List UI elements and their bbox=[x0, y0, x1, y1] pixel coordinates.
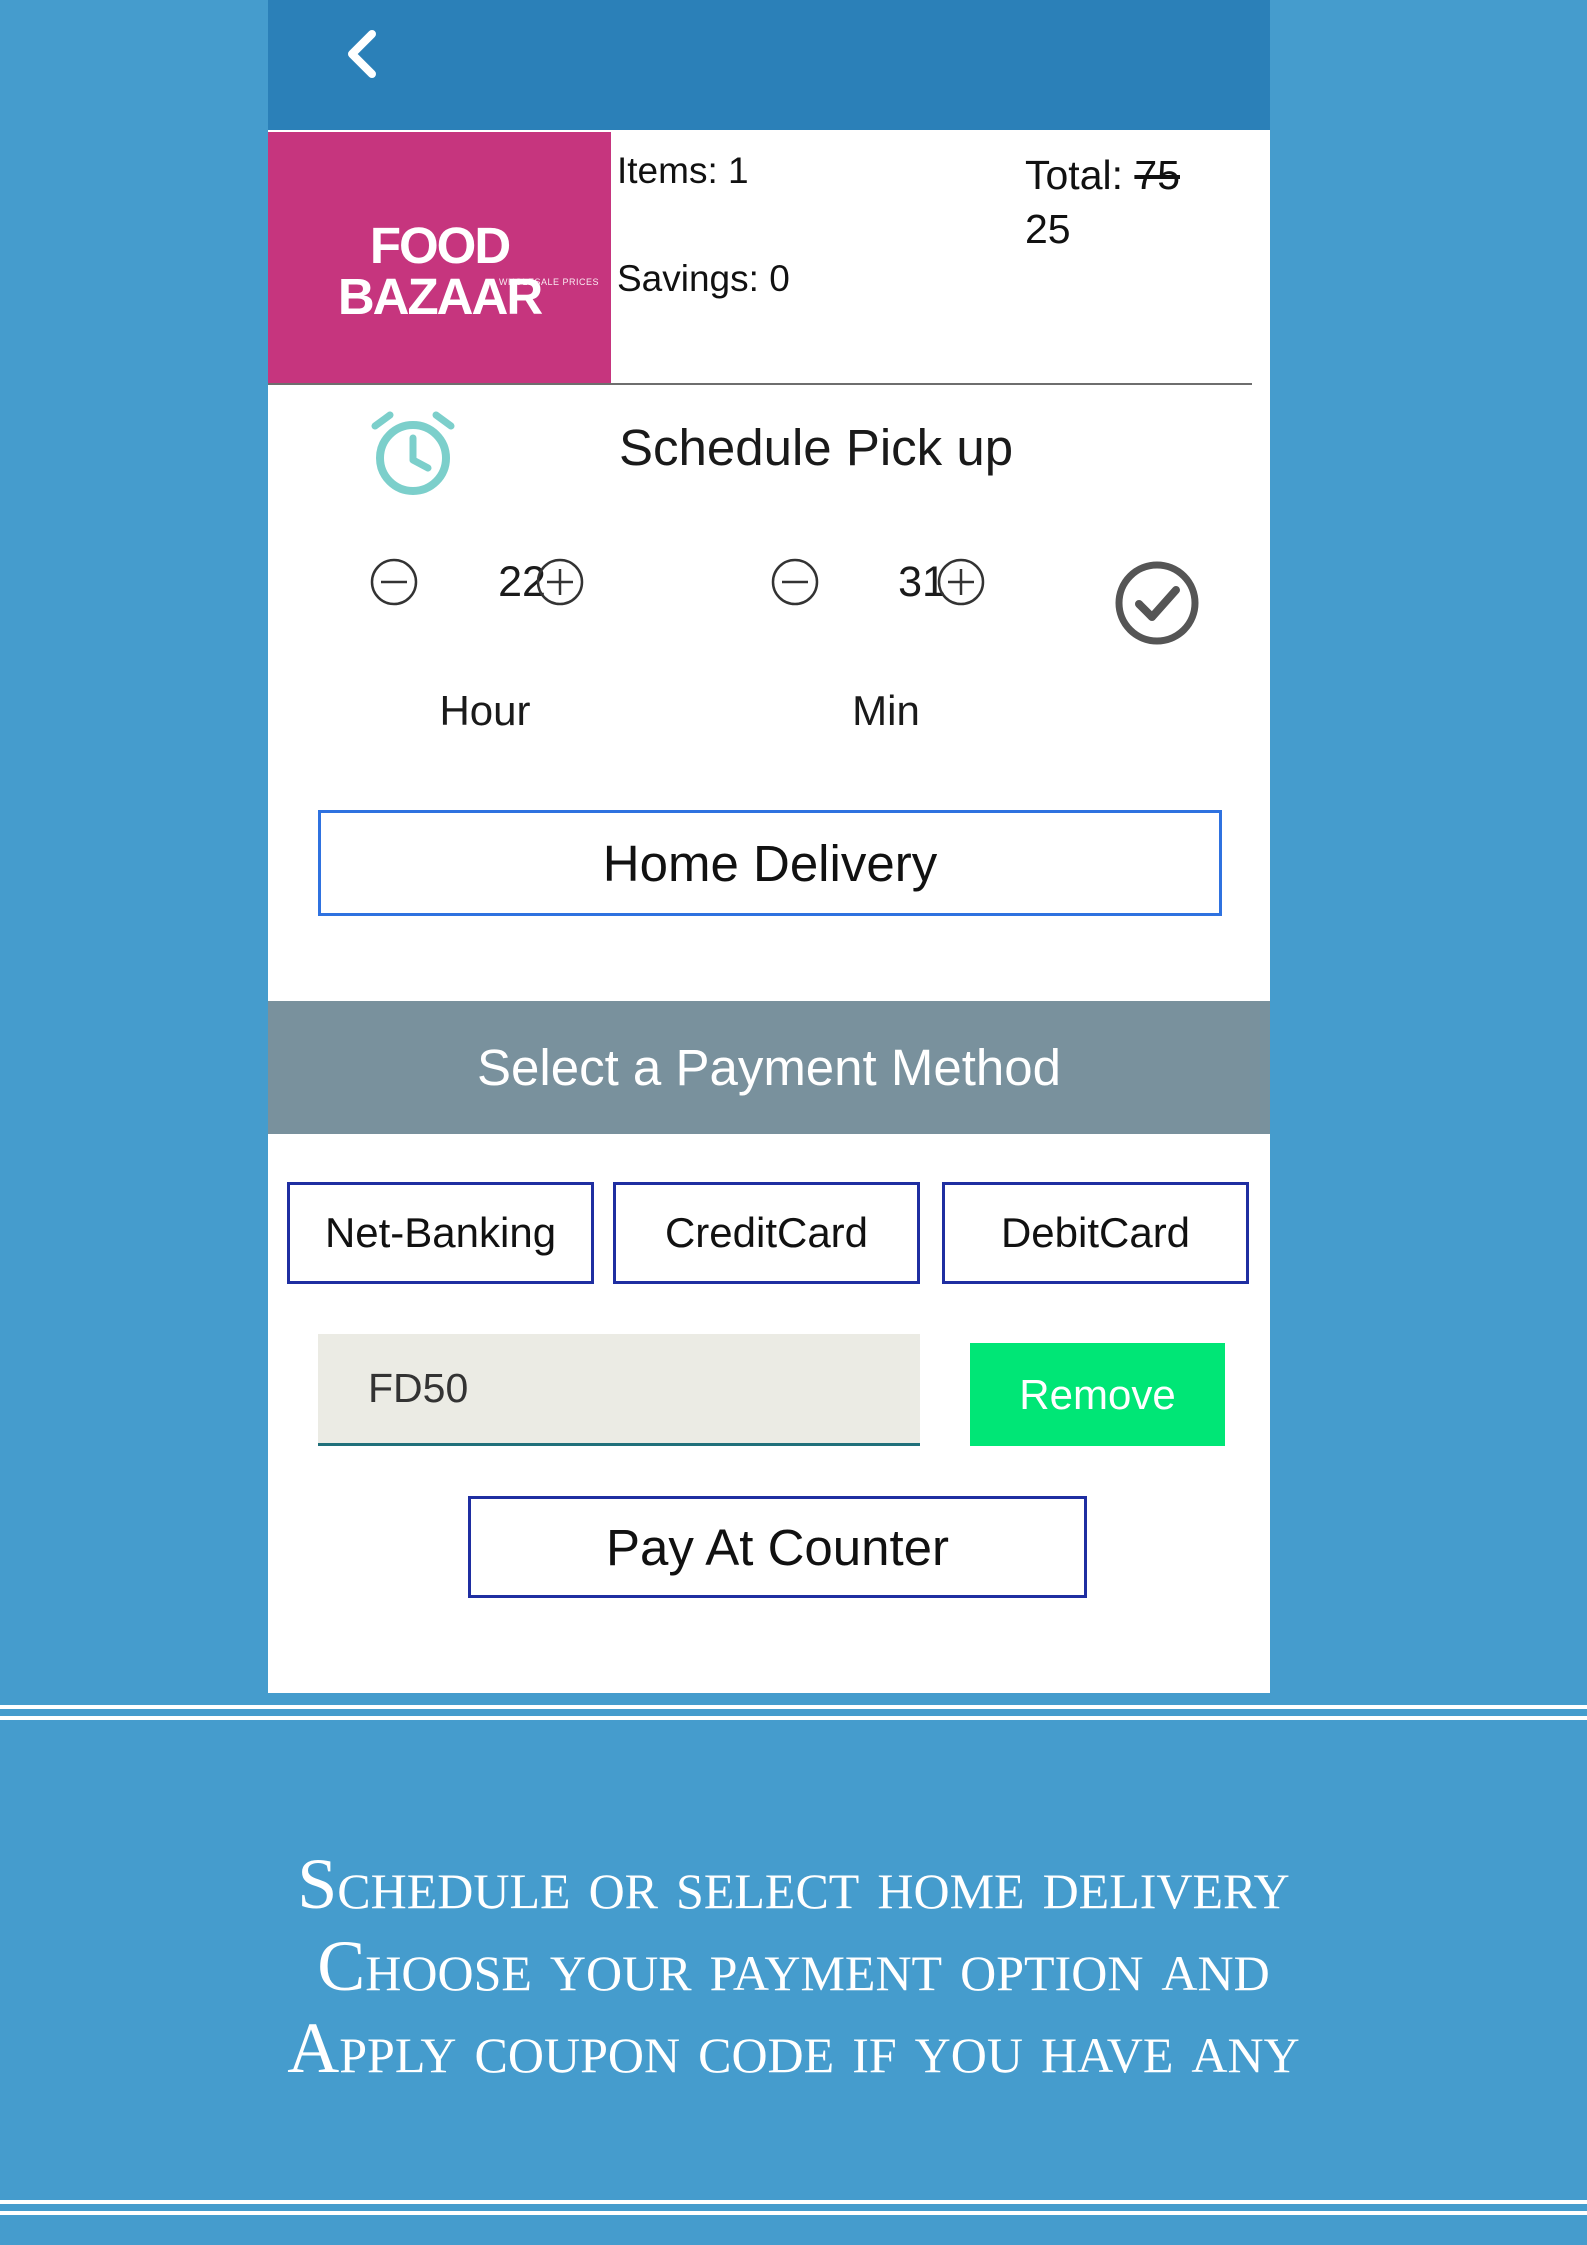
payment-method-header: Select a Payment Method bbox=[268, 1001, 1270, 1134]
schedule-pickup-title: Schedule Pick up bbox=[619, 419, 1014, 476]
app-bar bbox=[268, 0, 1270, 130]
minute-label: Min bbox=[852, 687, 920, 734]
plus-circle-icon bbox=[536, 558, 584, 606]
divider bbox=[0, 1716, 1587, 1720]
total-label: Total: bbox=[1025, 152, 1135, 198]
savings-amount: Savings: 0 bbox=[617, 258, 790, 299]
hour-label: Hour bbox=[439, 687, 531, 734]
caption-line: Apply coupon code if you have any bbox=[287, 2008, 1300, 2088]
items-count: Items: 1 bbox=[617, 150, 749, 191]
check-circle-icon bbox=[1115, 561, 1199, 645]
net-banking-button[interactable]: Net-Banking bbox=[287, 1182, 594, 1284]
chevron-left-icon bbox=[348, 30, 376, 78]
home-delivery-button[interactable]: Home Delivery bbox=[318, 810, 1222, 916]
back-button[interactable] bbox=[336, 26, 392, 82]
store-logo: FOOD BAZAAR WHOLESALE PRICES bbox=[268, 132, 611, 384]
store-logo-text: FOOD BAZAAR bbox=[337, 217, 543, 325]
pay-at-counter-button[interactable]: Pay At Counter bbox=[468, 1496, 1087, 1598]
coupon-code-input[interactable] bbox=[318, 1334, 920, 1446]
hour-decrement-button[interactable] bbox=[369, 557, 419, 607]
plus-circle-icon bbox=[937, 558, 985, 606]
total-final-price: 25 bbox=[1025, 206, 1071, 252]
minus-circle-icon bbox=[771, 558, 819, 606]
divider bbox=[0, 2211, 1587, 2215]
caption-line: Choose your payment option and bbox=[317, 1926, 1270, 2006]
store-summary: FOOD BAZAAR WHOLESALE PRICES Items: 1 Sa… bbox=[268, 132, 1270, 384]
remove-coupon-button[interactable]: Remove bbox=[970, 1343, 1225, 1446]
hour-increment-button[interactable] bbox=[535, 557, 585, 607]
minute-decrement-button[interactable] bbox=[770, 557, 820, 607]
divider bbox=[0, 2200, 1587, 2204]
divider bbox=[268, 383, 1252, 385]
promo-caption: Schedule or select home delivery Choose … bbox=[0, 1843, 1587, 2089]
store-logo-subtext: WHOLESALE PRICES bbox=[498, 277, 599, 287]
phone-screen: FOOD BAZAAR WHOLESALE PRICES Items: 1 Sa… bbox=[268, 0, 1270, 1693]
total-original-price: 75 bbox=[1134, 152, 1180, 198]
minute-increment-button[interactable] bbox=[936, 557, 986, 607]
total-amount: Total: 75 bbox=[1025, 152, 1180, 199]
debit-card-button[interactable]: DebitCard bbox=[942, 1182, 1249, 1284]
caption-line: Schedule or select home delivery bbox=[297, 1844, 1290, 1924]
alarm-clock-icon bbox=[370, 410, 456, 498]
divider bbox=[0, 1705, 1587, 1709]
credit-card-button[interactable]: CreditCard bbox=[613, 1182, 920, 1284]
minus-circle-icon bbox=[370, 558, 418, 606]
confirm-time-button[interactable] bbox=[1114, 560, 1200, 646]
